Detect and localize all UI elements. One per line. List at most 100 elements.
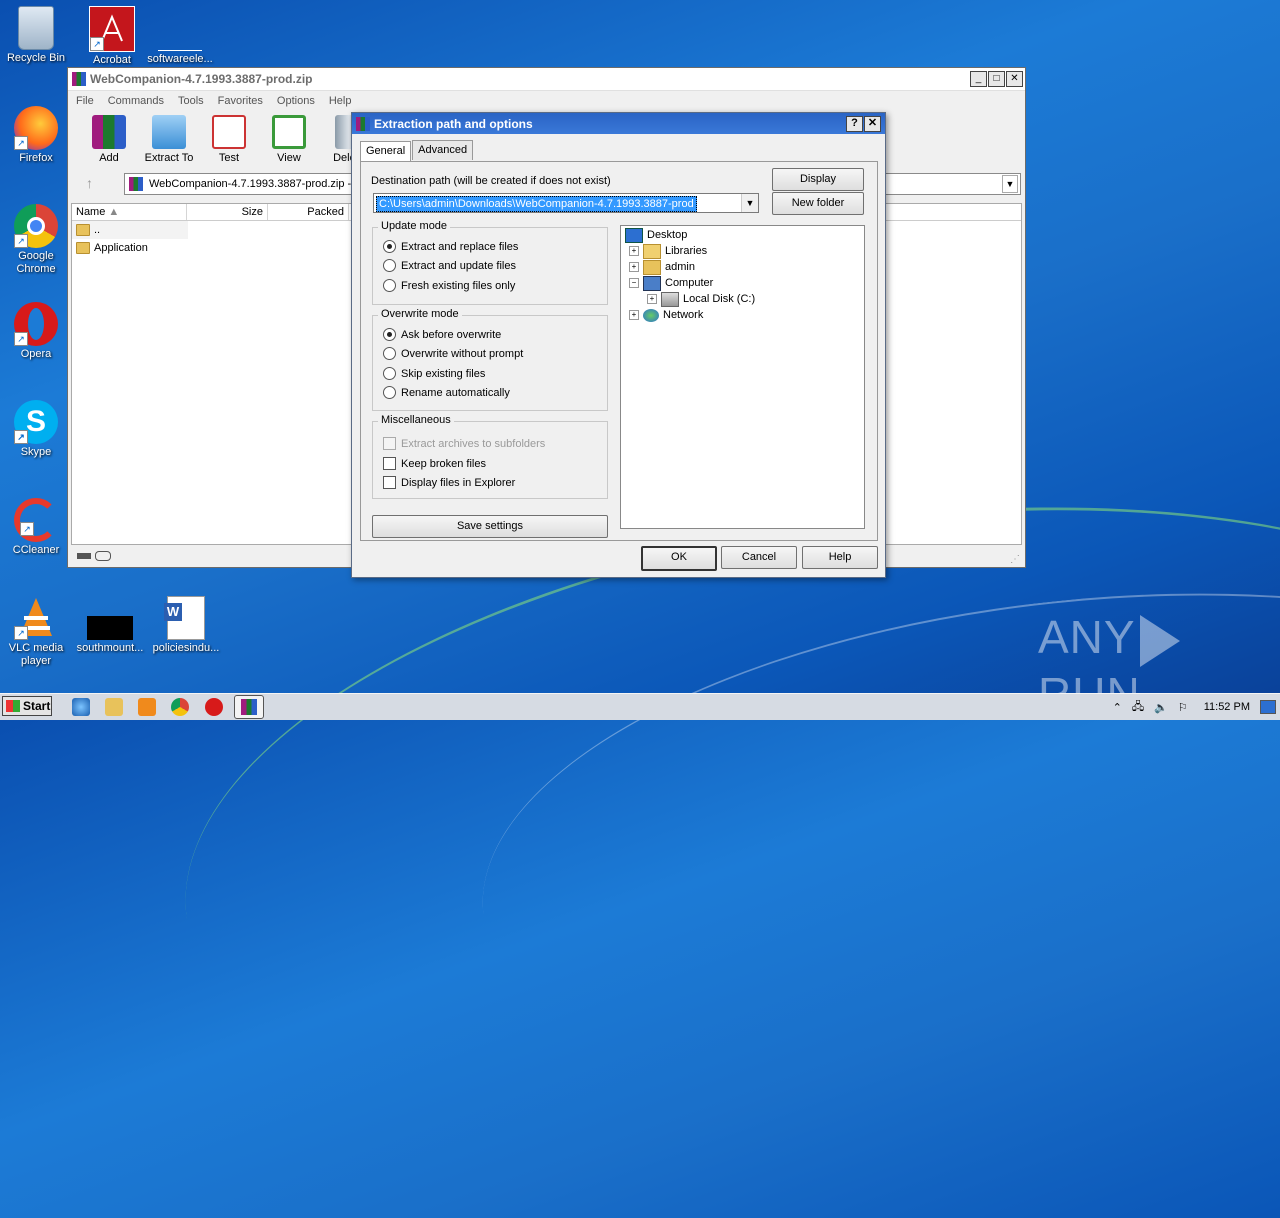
expand-icon[interactable]: + — [629, 262, 639, 272]
opera-taskbar-icon[interactable] — [205, 698, 223, 716]
radio-ask-before-overwrite[interactable]: Ask before overwrite — [383, 328, 501, 341]
desktop-icon-skype[interactable]: S ↗ Skype — [0, 400, 72, 459]
key-icon[interactable] — [95, 551, 111, 561]
volume-icon[interactable]: 🔈 — [1154, 701, 1168, 714]
extraction-dialog[interactable]: Extraction path and options ? ✕ General … — [351, 112, 886, 578]
radio-skip-existing[interactable]: Skip existing files — [383, 367, 485, 380]
toolbar-add-button[interactable]: Add — [82, 111, 136, 171]
winrar-taskbar-button[interactable] — [234, 695, 264, 719]
desktop-icon-recycle-bin[interactable]: Recycle Bin — [0, 6, 72, 65]
tree-node-admin[interactable]: + admin — [629, 259, 695, 275]
word-document-icon: W — [164, 596, 205, 640]
radio-selected-icon — [383, 328, 396, 341]
overwrite-mode-label: Overwrite mode — [378, 308, 462, 320]
ok-button[interactable]: OK — [641, 546, 717, 571]
radio-icon — [383, 279, 396, 292]
desktop-icon-opera[interactable]: ↗ Opera — [0, 302, 72, 361]
minimize-button[interactable]: _ — [970, 71, 987, 87]
tree-node-libraries[interactable]: + Libraries — [629, 243, 707, 259]
close-button[interactable]: ✕ — [1006, 71, 1023, 87]
folder-tree[interactable]: Desktop + Libraries + admin − Computer +… — [620, 225, 865, 529]
toolbar-extract-to-button[interactable]: Extract To — [142, 111, 196, 171]
expand-icon[interactable]: + — [629, 310, 639, 320]
dialog-title: Extraction path and options — [374, 116, 533, 131]
acrobat-icon: ↗ — [89, 6, 135, 52]
winrar-titlebar[interactable]: WebCompanion-4.7.1993.3887-prod.zip _ □ … — [68, 68, 1025, 91]
checkbox-display-in-explorer[interactable]: Display files in Explorer — [383, 476, 515, 489]
radio-rename-automatically[interactable]: Rename automatically — [383, 386, 510, 399]
desktop-icon-policiesindu[interactable]: W policiesindu... — [150, 596, 222, 655]
radio-fresh-existing[interactable]: Fresh existing files only — [383, 279, 515, 292]
media-player-icon[interactable] — [138, 698, 156, 716]
extract-folder-icon — [152, 115, 186, 149]
expand-icon[interactable]: + — [647, 294, 657, 304]
folder-icon — [76, 242, 90, 254]
tree-node-desktop[interactable]: Desktop — [625, 227, 687, 243]
start-button[interactable]: Start — [2, 696, 52, 716]
column-size[interactable]: Size — [187, 204, 268, 220]
clock[interactable]: 11:52 PM — [1204, 701, 1250, 713]
new-folder-button[interactable]: New folder — [772, 192, 864, 215]
tab-advanced[interactable]: Advanced — [412, 140, 474, 160]
cancel-button[interactable]: Cancel — [721, 546, 797, 569]
dialog-titlebar[interactable]: Extraction path and options ? ✕ — [352, 113, 885, 134]
internet-explorer-icon[interactable] — [72, 698, 90, 716]
desktop-icon-southmount[interactable]: southmount... — [74, 596, 146, 655]
desktop-icon-chrome[interactable]: ↗ Google Chrome — [0, 204, 72, 276]
desktop-icon-acrobat[interactable]: ↗ Acrobat — [76, 6, 148, 67]
column-packed[interactable]: Packed — [268, 204, 349, 220]
show-desktop-button[interactable] — [1260, 700, 1276, 714]
menu-favorites[interactable]: Favorites — [218, 95, 263, 107]
winrar-taskbar-icon — [241, 699, 257, 715]
black-file-icon — [87, 616, 133, 640]
radio-overwrite-without-prompt[interactable]: Overwrite without prompt — [383, 347, 523, 360]
firefox-icon: ↗ — [14, 106, 58, 150]
file-icon — [158, 6, 202, 51]
chrome-taskbar-icon[interactable] — [171, 698, 189, 716]
column-name[interactable]: Name ▲ — [72, 204, 187, 220]
up-arrow-icon[interactable]: ↑ — [86, 175, 93, 191]
tree-node-local-disk[interactable]: + Local Disk (C:) — [647, 291, 755, 307]
display-button[interactable]: Display — [772, 168, 864, 191]
checkbox-keep-broken-files[interactable]: Keep broken files — [383, 457, 486, 470]
tray-expand-icon[interactable]: ⌃ — [1113, 701, 1122, 714]
drive-icon[interactable] — [77, 553, 91, 559]
save-settings-button[interactable]: Save settings — [372, 515, 608, 538]
destination-path-combo[interactable]: C:\Users\admin\Downloads\WebCompanion-4.… — [373, 193, 759, 213]
toolbar-view-button[interactable]: View — [262, 111, 316, 171]
resize-grip-icon[interactable]: ⋰ — [1010, 554, 1020, 565]
network-tray-icon[interactable]: 🖧 — [1132, 698, 1144, 717]
sort-up-icon: ▲ — [108, 206, 120, 218]
desktop-icon-ccleaner[interactable]: ↗ CCleaner — [0, 498, 72, 557]
add-archive-icon — [92, 115, 126, 149]
desktop-icon-softwareele[interactable]: softwareele... — [144, 6, 216, 66]
menu-options[interactable]: Options — [277, 95, 315, 107]
checkbox-icon — [383, 476, 396, 489]
menu-file[interactable]: File — [76, 95, 94, 107]
dialog-help-button[interactable]: ? — [846, 116, 863, 132]
menu-help[interactable]: Help — [329, 95, 352, 107]
file-explorer-icon[interactable] — [105, 698, 123, 716]
radio-icon — [383, 347, 396, 360]
desktop-icon-vlc[interactable]: ↗ VLC media player — [0, 596, 72, 668]
recycle-bin-icon — [18, 6, 54, 50]
maximize-button[interactable]: □ — [988, 71, 1005, 87]
tree-node-network[interactable]: + Network — [629, 307, 703, 323]
help-button[interactable]: Help — [802, 546, 878, 569]
toolbar-test-button[interactable]: Test — [202, 111, 256, 171]
collapse-icon[interactable]: − — [629, 278, 639, 288]
menu-tools[interactable]: Tools — [178, 95, 204, 107]
tab-general[interactable]: General — [360, 141, 412, 161]
system-tray: ⌃ 🖧 🔈 ⚐ 11:52 PM — [1113, 694, 1280, 720]
tree-node-computer[interactable]: − Computer — [629, 275, 713, 291]
radio-extract-replace[interactable]: Extract and replace files — [383, 240, 518, 253]
desktop-icon-firefox[interactable]: ↗ Firefox — [0, 106, 72, 165]
dialog-close-button[interactable]: ✕ — [864, 116, 881, 132]
radio-extract-update[interactable]: Extract and update files — [383, 259, 516, 272]
menu-commands[interactable]: Commands — [108, 95, 164, 107]
list-item[interactable]: .. — [72, 221, 188, 239]
address-dropdown-arrow[interactable]: ▼ — [1002, 175, 1018, 193]
expand-icon[interactable]: + — [629, 246, 639, 256]
chevron-down-icon[interactable]: ▼ — [741, 194, 758, 212]
action-center-flag-icon[interactable]: ⚐ — [1178, 701, 1188, 714]
